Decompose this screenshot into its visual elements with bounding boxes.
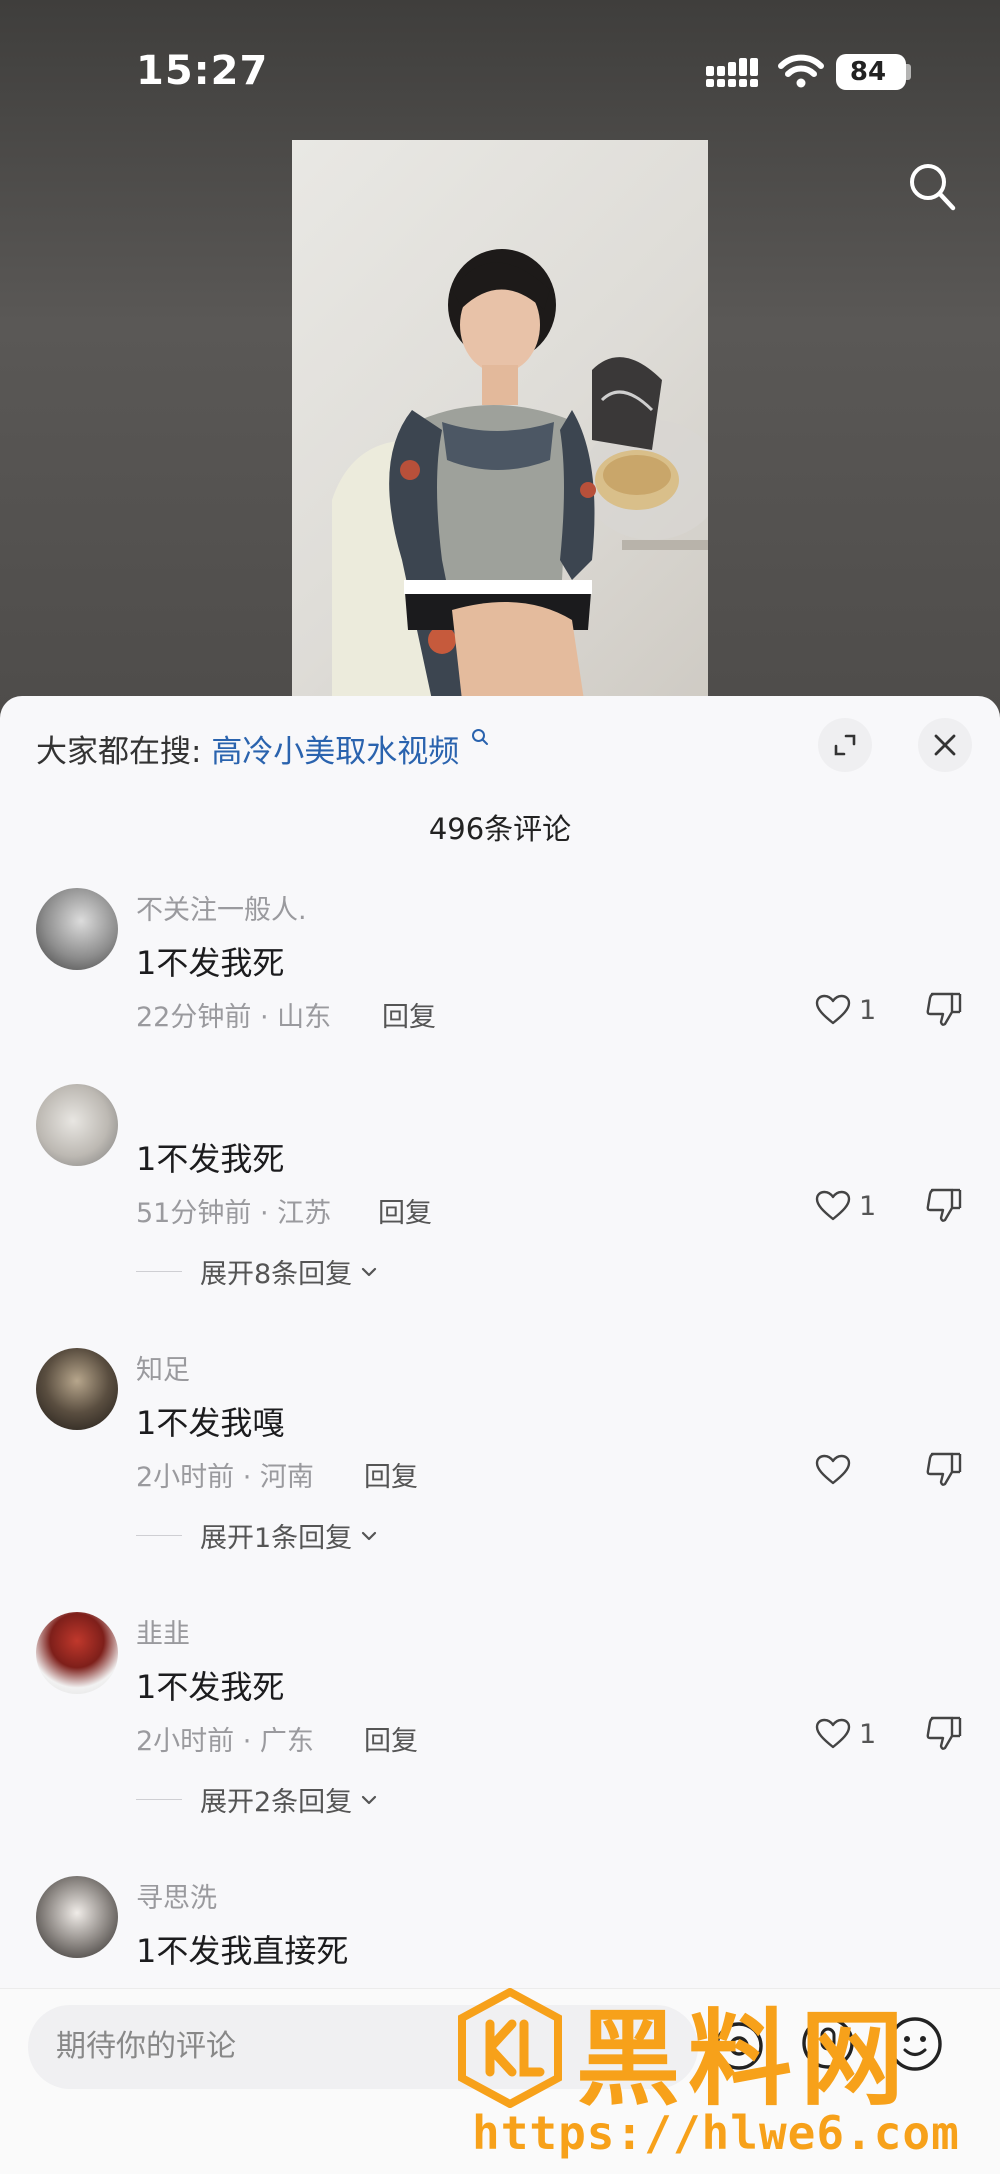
reply-button[interactable]: 回复 [378,1191,432,1230]
comment-text: 1不发我死 [136,1140,285,1178]
expand-divider [136,1271,182,1272]
comment-count: 496条评论 [428,812,572,846]
like-button[interactable]: 1 [815,1712,876,1756]
expand-replies-label: 展开2条回复 [200,1787,353,1818]
reply-button[interactable]: 回复 [364,1455,418,1494]
avatar[interactable] [36,1348,118,1430]
expand-replies-button[interactable]: 展开2条回复 [136,1780,378,1819]
avatar[interactable] [36,1612,118,1694]
battery-nub [906,64,911,80]
dislike-icon[interactable] [922,988,966,1032]
comment-text: 1不发我死 [136,1668,285,1706]
status-time: 15:27 [136,48,269,94]
search-icon[interactable] [908,162,956,214]
expand-divider [136,1535,182,1536]
like-button[interactable]: 1 [815,1184,876,1228]
mic-icon[interactable] [800,2015,856,2071]
comment-sheet: 大家都在搜: 高冷小美取水视频 496条评论 不关注一般人. 1不发我死 22分… [0,696,1000,2173]
battery-level: 84 [849,57,887,87]
comment-meta: 51分钟前 · 江苏 [136,1198,332,1229]
expand-replies-label: 展开8条回复 [200,1259,353,1290]
comment-text: 1不发我直接死 [136,1932,349,1970]
expand-replies-button[interactable]: 展开1条回复 [136,1516,378,1555]
video-thumbnail[interactable] [292,140,708,700]
like-count: 1 [859,994,877,1026]
heart-icon [815,1718,851,1749]
dislike-icon[interactable] [922,1712,966,1756]
at-icon[interactable] [712,2019,766,2073]
comment-meta: 22分钟前 · 山东 [136,1002,332,1033]
reply-button[interactable]: 回复 [364,1719,418,1758]
battery-indicator: 84 [836,54,906,90]
comment-meta: 2小时前 · 河南 [136,1462,314,1493]
search-icon [472,729,489,745]
signal-icon [706,58,758,87]
expand-replies-button[interactable]: 展开8条回复 [136,1252,378,1291]
comment-meta: 2小时前 · 广东 [136,1726,314,1757]
comment-username[interactable]: 知足 [136,1348,190,1387]
comment-input-bar: 期待你的评论 [0,1988,1000,2174]
expand-sheet-button[interactable] [818,718,872,772]
avatar[interactable] [36,1084,118,1166]
trending-search: 大家都在搜: 高冷小美取水视频 [36,726,489,771]
wifi-icon [778,54,824,88]
trending-query-link[interactable]: 高冷小美取水视频 [211,734,459,770]
expand-replies-label: 展开1条回复 [200,1523,353,1554]
dislike-icon[interactable] [922,1184,966,1228]
reply-button[interactable]: 回复 [382,995,436,1034]
heart-icon [815,1454,851,1485]
close-icon [934,734,956,756]
comment-username[interactable]: 寻思洗 [136,1876,217,1915]
video-area: 15:27 84 [0,0,1000,720]
heart-icon [815,1190,851,1221]
comment-username[interactable]: 不关注一般人. [136,888,307,927]
heart-icon [815,994,851,1025]
comment-input[interactable]: 期待你的评论 [28,2005,698,2089]
chevron-down-icon [362,1267,377,1276]
comment-text: 1不发我嘎 [136,1404,285,1442]
expand-icon [834,734,856,756]
chevron-down-icon [362,1531,377,1540]
like-button[interactable]: 1 [815,988,876,1032]
emoji-icon[interactable] [886,2015,944,2073]
comment-text: 1不发我死 [136,944,285,982]
like-count: 1 [859,1718,877,1750]
video-person-illustration [332,249,708,700]
comment-username[interactable]: 韭韭 [136,1612,190,1651]
avatar[interactable] [36,888,118,970]
close-sheet-button[interactable] [918,718,972,772]
trending-label: 大家都在搜: [36,734,202,770]
dislike-icon[interactable] [922,1448,966,1492]
like-count: 1 [859,1190,877,1222]
chevron-down-icon [362,1795,377,1804]
status-bar: 15:27 84 [0,0,1000,140]
avatar[interactable] [36,1876,118,1958]
like-button[interactable] [815,1448,859,1492]
expand-divider [136,1799,182,1800]
